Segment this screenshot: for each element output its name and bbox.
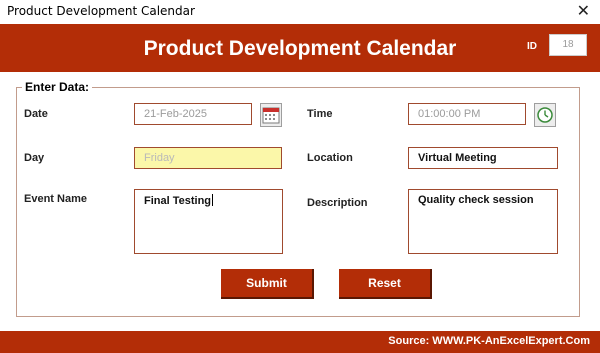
date-label: Date [24,108,48,120]
calendar-icon [262,107,280,124]
id-label: ID [527,41,537,52]
id-field[interactable]: 18 [549,34,587,56]
event-name-label: Event Name [24,193,87,205]
header-banner: Product Development Calendar ID 18 [0,24,600,72]
page-title: Product Development Calendar [143,37,457,60]
description-label: Description [307,197,368,209]
day-label: Day [24,152,45,164]
clock-button[interactable] [534,103,556,127]
calendar-button[interactable] [260,103,282,127]
text-caret [212,194,214,206]
location-label: Location [307,152,353,164]
day-field[interactable]: Friday [134,147,282,169]
date-field[interactable]: 21-Feb-2025 [134,103,252,125]
close-icon[interactable]: ✕ [577,1,590,20]
window-title: Product Development Calendar [7,4,195,18]
description-field[interactable]: Quality check session [408,189,558,254]
window-title-bar: Product Development Calendar ✕ [0,0,600,24]
frame-legend: Enter Data: [22,80,93,94]
footer-bar: Source: WWW.PK-AnExcelExpert.Com [0,331,600,353]
event-name-field[interactable]: Final Testing [134,189,283,254]
event-name-text: Final Testing [144,195,212,207]
clock-icon [537,107,553,123]
location-field[interactable]: Virtual Meeting [408,147,558,169]
source-credit: Source: WWW.PK-AnExcelExpert.Com [388,335,590,347]
time-field[interactable]: 01:00:00 PM [408,103,526,125]
submit-button[interactable]: Submit [221,269,314,299]
reset-button[interactable]: Reset [339,269,432,299]
time-label: Time [307,108,333,120]
